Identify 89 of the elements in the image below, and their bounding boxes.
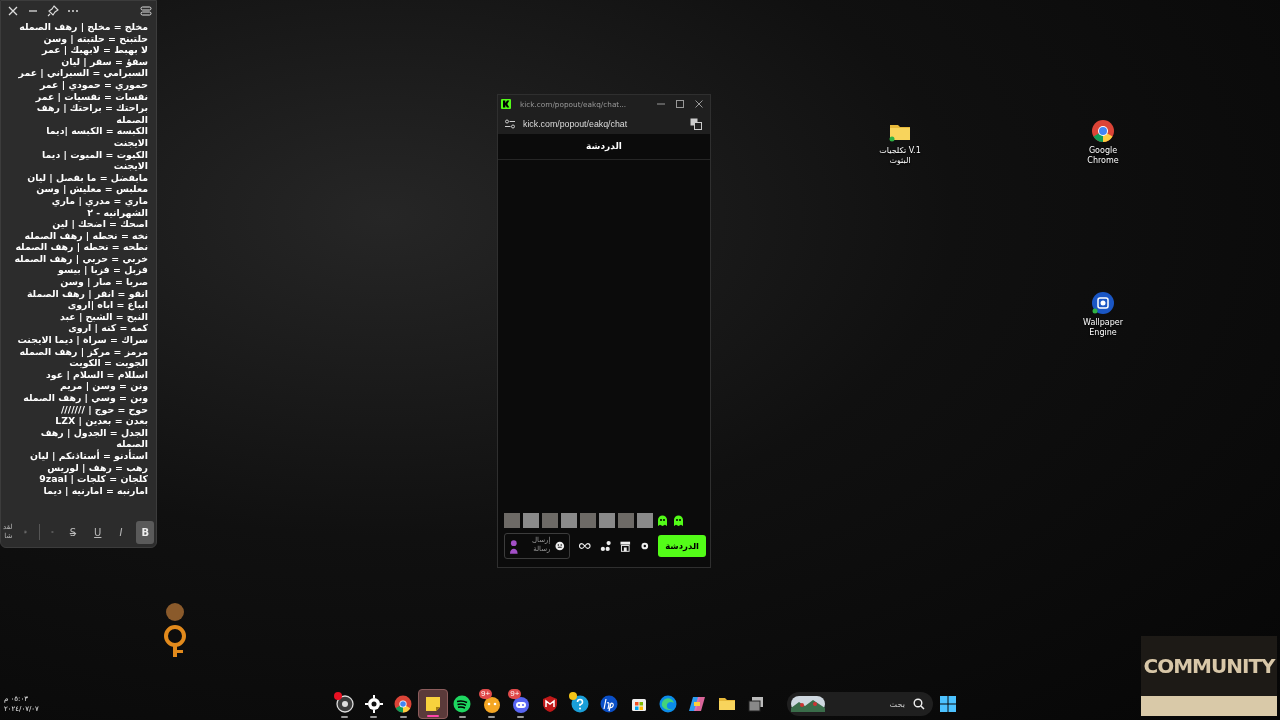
- note-line: كمه = كنه | اروى: [67, 322, 148, 335]
- note-line: وبن = وسي | رهف الصمله: [22, 392, 148, 404]
- note-line: مابفضل = ما بفصل | ليان: [26, 171, 148, 184]
- photo-placeholder[interactable]: [542, 512, 558, 528]
- gear-icon: [364, 694, 385, 714]
- dots-icon[interactable]: [599, 540, 612, 552]
- italic-button[interactable]: I: [115, 523, 127, 541]
- wave-browser-icon: [658, 694, 678, 714]
- note-line: انفو = انفر | رهف الصملة: [25, 287, 148, 300]
- note-line: سراك = سراة | ديما الايجنت: [16, 334, 148, 346]
- note-line: ونن = وسن | مريم: [58, 380, 148, 392]
- note-line: اصحك = اضحك | لين: [51, 218, 148, 230]
- search-icon: [912, 698, 925, 710]
- help-icon: [569, 694, 590, 714]
- store-icon[interactable]: [620, 540, 631, 552]
- music-app-icon: [452, 694, 473, 714]
- notification-badge: 9+: [508, 689, 522, 699]
- note-line: نخه = نحطه | رهف الصمله: [23, 229, 148, 242]
- note-line: الجويت = الكويت: [68, 357, 148, 369]
- note-line: النبح = الشبح | عبد: [59, 310, 148, 323]
- icon-label[interactable]: Google Chrome: [1075, 146, 1131, 166]
- note-line: مخلج = مخلج | رهف الصمله: [18, 21, 148, 33]
- note-line: حلتبنح = حلتبته | وسن: [42, 32, 148, 45]
- circle-logo-icon: [599, 694, 620, 714]
- translate-icon[interactable]: [690, 117, 702, 130]
- assistant-icon: [687, 694, 708, 714]
- note-line: كلجان = كلجات | 9zaal: [38, 473, 148, 485]
- note-line: الجدل = الجدول | رهف الصمله: [39, 426, 148, 450]
- photo-placeholder[interactable]: [561, 512, 577, 528]
- photo-placeholder[interactable]: [618, 512, 634, 528]
- taskbar-app-button[interactable]: 9+: [506, 689, 536, 719]
- photo-placeholder[interactable]: [637, 512, 653, 528]
- taskbar-app-button[interactable]: [418, 689, 448, 719]
- note-line: فزبل = فزبا | بيسو: [56, 264, 148, 277]
- note-line: الكيوت = الميوت | ديما الايجنت: [41, 148, 148, 172]
- settings-icon[interactable]: [639, 541, 650, 551]
- taskbar-app-button[interactable]: 9+: [476, 689, 507, 719]
- chat-button[interactable]: الدردشة: [658, 535, 706, 557]
- search-field[interactable]: بحث: [830, 698, 907, 710]
- infinity-icon[interactable]: [579, 542, 591, 550]
- strike-button[interactable]: S: [65, 523, 81, 541]
- note-line: السبرامي = السبراني | عمر: [17, 67, 148, 79]
- note-line: استأدنو = أستاذنكم | ليان: [28, 449, 148, 462]
- avatar-icon: [509, 538, 519, 554]
- note-line: نطحه = نحطه | رهف الصمله: [14, 241, 148, 253]
- emote-face-icon[interactable]: [672, 513, 685, 527]
- note-line: بعدن = بعدين | LZX: [54, 415, 148, 427]
- note-line: حوح = حوج | ///////: [59, 403, 148, 416]
- icon-label[interactable]: تكلجيات V.1 البثوث: [872, 146, 928, 166]
- note-line: ابباع = اباه |اروى: [67, 299, 148, 311]
- notification-badge: 9+: [478, 689, 493, 699]
- landscape-icon: [790, 696, 825, 712]
- note-line: رهب = رهف | لوريس: [46, 461, 148, 474]
- pin-icon[interactable]: [47, 5, 59, 17]
- note-line: نفسات = نفسيات | عمر: [34, 90, 148, 103]
- photo-placeholder[interactable]: [523, 512, 539, 528]
- note-line: براحتك = براحتك | رهف الصمله: [35, 102, 148, 126]
- chat-app-icon: [481, 694, 502, 714]
- bold-button[interactable]: B: [136, 520, 154, 544]
- site-logo-icon: [501, 99, 511, 109]
- note-line: خربي = حربي | رهف الصمله: [13, 252, 148, 265]
- browser-icon[interactable]: [1090, 118, 1116, 144]
- note-line: امارنبه = امارنيه | ديما: [42, 484, 148, 497]
- browser-icon: [393, 694, 414, 714]
- note-line: اسللام = السلام | عود: [45, 368, 148, 381]
- app-icon[interactable]: [1090, 290, 1116, 316]
- photo-placeholder[interactable]: [504, 512, 520, 528]
- emoji-icon[interactable]: [555, 541, 565, 551]
- icon-label[interactable]: Wallpaper Engine: [1075, 318, 1131, 338]
- note-line: لا بهبط = لابهبك | عمر: [40, 44, 148, 56]
- site-settings-icon[interactable]: [504, 117, 516, 130]
- start-icon[interactable]: [939, 696, 956, 712]
- underline-button[interactable]: U: [90, 523, 106, 541]
- note-line: ماري = مدري | ماري الشهرانيه - ٢: [51, 194, 148, 219]
- maximize-icon[interactable]: [675, 99, 685, 109]
- note-line: مرمز = مركز | رهف الصمله: [18, 345, 148, 358]
- photo-placeholder[interactable]: [580, 512, 596, 528]
- note-line: الكبسه = الكبسه |ديما الايجنت: [45, 125, 148, 149]
- note-line: سفؤ = سفر | ليان: [60, 55, 148, 68]
- chat-header: الدردشة: [498, 134, 710, 160]
- wallpaper-text: COMMUNITY: [1141, 636, 1277, 716]
- game-controller-icon: [511, 694, 532, 714]
- note-line: صربا = صار | وسن: [59, 276, 148, 288]
- close-icon[interactable]: [694, 99, 704, 109]
- note-line: معلبس = معليش | وسن: [35, 183, 148, 195]
- emote-face-icon[interactable]: [656, 513, 669, 527]
- photo-placeholder[interactable]: [599, 512, 615, 528]
- list-icon[interactable]: [140, 5, 152, 17]
- note-line: حموري = حمودي | عمر: [38, 78, 148, 91]
